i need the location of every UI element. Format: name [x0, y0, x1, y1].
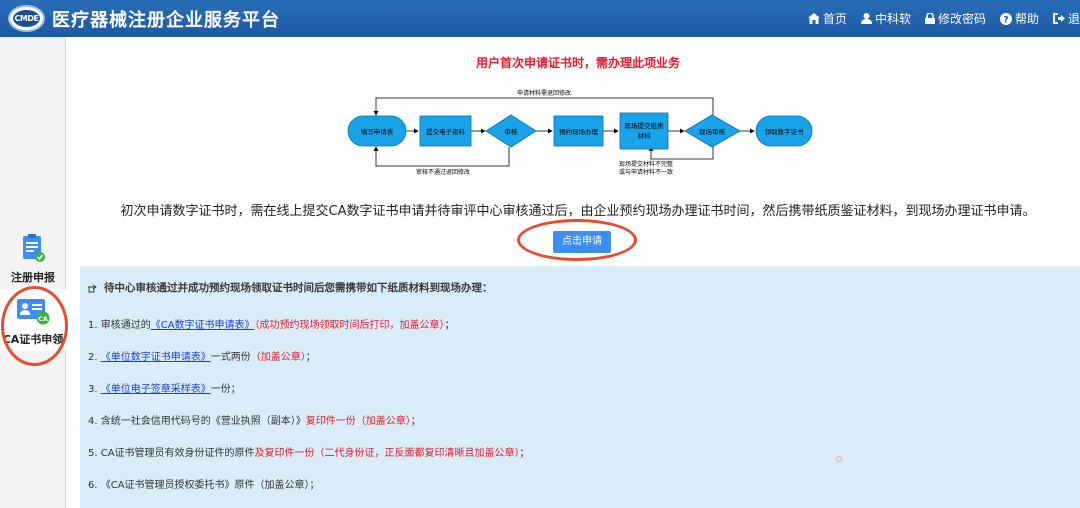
hand-pointing-icon — [88, 284, 97, 292]
svg-text:?: ? — [1003, 15, 1008, 25]
requirements-title: 待中心审核通过并成功预约现场领取证书时间后您需携带如下纸质材料到现场办理： — [88, 280, 493, 295]
nav-help[interactable]: ? 帮助 — [999, 10, 1039, 27]
small-dot-marker — [836, 456, 842, 462]
requirement-2-tail: ； — [305, 352, 316, 363]
sidebar-item-ca-certificate-label: CA证书申领 — [2, 333, 64, 346]
flow-node-appointment-label: 预约现场办理 — [559, 127, 599, 136]
clipboard-check-icon — [23, 234, 45, 262]
requirement-6: 6. 《CA证书管理员授权委托书》原件（加盖公章）； — [88, 476, 320, 491]
svg-text:CA: CA — [38, 315, 48, 323]
flow-node-onsite-review-label: 现场审核 — [699, 127, 726, 136]
main-content: 用户首次申请证书时，需办理此项业务 申请材料需退回修改 审核不通过退回修改 现场… — [76, 37, 1080, 508]
flow-loop-bottom-right-label-2: 或与申请材料不一致 — [619, 168, 673, 176]
nav-home-label: 首页 — [822, 12, 847, 26]
requirements-panel: 待中心审核通过并成功预约现场领取证书时间后您需携带如下纸质材料到现场办理： 1.… — [80, 266, 1080, 508]
requirement-4-red: 复印件一份（加盖公章） — [305, 416, 411, 427]
flow-node-fill-form-label: 填写申请表 — [361, 127, 394, 136]
flow-loop-bottom-right-label-1: 现场提交材料不完整 — [619, 160, 673, 168]
flow-loop-bottom-left-label: 审核不通过退回修改 — [416, 168, 470, 176]
requirement-4-tail: ； — [410, 416, 421, 427]
nav-change-password[interactable]: 修改密码 — [924, 10, 986, 27]
sidebar-item-registration-label: 注册申报 — [11, 271, 55, 284]
sidebar: 注册申报 CA CA证书申领 — [0, 37, 66, 508]
sidebar-item-ca-certificate[interactable]: CA CA证书申领 — [0, 289, 66, 351]
home-icon — [807, 13, 820, 24]
requirement-2: 2. 《单位数字证书申请表》一式两份（加盖公章）； — [88, 348, 316, 363]
flow-node-paper-submit — [619, 112, 669, 150]
logout-icon — [1052, 13, 1065, 24]
nav-logout[interactable]: 退 — [1052, 10, 1080, 27]
help-icon: ? — [999, 12, 1012, 25]
requirement-3-rest: 一份； — [210, 384, 241, 395]
flow-node-paper-submit-label-2: 材料 — [638, 131, 652, 140]
sidebar-item-registration[interactable]: 注册申报 — [0, 233, 66, 285]
requirement-3-link[interactable]: 《单位电子签章采样表》 — [101, 384, 211, 395]
flow-node-paper-submit-label-1: 现场提交纸质 — [625, 121, 665, 130]
requirement-1-text: 1. 审核通过的 — [88, 320, 151, 331]
user-icon — [860, 13, 872, 24]
cmde-logo[interactable]: CMDE — [8, 5, 45, 32]
flow-node-review-label: 审核 — [505, 127, 519, 136]
top-header: CMDE 医疗器械注册企业服务平台 首页 中科软 修改密码 ? 帮助 退 — [0, 0, 1080, 37]
app-title: 医疗器械注册企业服务平台 — [52, 10, 280, 31]
nav-change-password-label: 修改密码 — [937, 12, 986, 26]
process-flowchart: 申请材料需退回修改 审核不通过退回修改 现场提交材料不完整 或与申请材料不一致 … — [347, 89, 813, 176]
lock-icon — [924, 13, 935, 24]
requirement-5: 5. CA证书管理员有效身份证件的原件及复印件一份（二代身份证，正反面都复印清晰… — [88, 444, 530, 459]
flow-node-submit-label: 提交电子资料 — [426, 127, 466, 136]
ca-id-card-icon: CA — [17, 299, 50, 325]
flow-node-receive-cert-label: 领取数字证书 — [765, 127, 805, 136]
requirement-5-red: 及复印件一份（二代身份证，正反面都复印清晰且加盖公章） — [254, 448, 520, 459]
requirement-2-rest: 一式两份 — [210, 352, 251, 363]
nav-user[interactable]: 中科软 — [860, 10, 911, 27]
page-headline: 用户首次申请证书时，需办理此项业务 — [475, 56, 680, 70]
requirement-5-text: 5. CA证书管理员有效身份证件的原件 — [88, 448, 255, 459]
requirement-4-text: 4. 含统一社会信用代码号的《营业执照（副本）》 — [88, 416, 306, 427]
requirement-1-red: （成功预约现场领取时间后打印，加盖公章） — [254, 320, 445, 331]
flow-loop-top-label: 申请材料需退回修改 — [517, 89, 571, 97]
requirement-1: 1. 审核通过的《CA数字证书申请表》（成功预约现场领取时间后打印，加盖公章）； — [88, 316, 455, 331]
top-nav: 首页 中科软 修改密码 ? 帮助 退 — [794, 0, 1080, 37]
requirement-3: 3. 《单位电子签章采样表》一份； — [88, 380, 241, 395]
apply-button[interactable]: 点击申请 — [553, 231, 611, 253]
requirement-1-link[interactable]: 《CA数字证书申请表》 — [151, 320, 255, 331]
requirement-2-text: 2. — [88, 352, 101, 363]
nav-home[interactable]: 首页 — [807, 10, 847, 27]
requirement-2-red: （加盖公章） — [250, 352, 306, 363]
requirement-2-link[interactable]: 《单位数字证书申请表》 — [101, 352, 211, 363]
nav-user-label: 中科软 — [874, 12, 911, 26]
nav-help-label: 帮助 — [1014, 12, 1039, 26]
requirement-3-text: 3. — [88, 384, 101, 395]
logo-text: CMDE — [13, 10, 40, 27]
requirement-6-text: 6. 《CA证书管理员授权委托书》原件（加盖公章）； — [88, 480, 320, 491]
nav-logout-label: 退 — [1067, 12, 1080, 26]
requirement-5-tail: ； — [519, 448, 530, 459]
requirements-title-text: 待中心审核通过并成功预约现场领取证书时间后您需携带如下纸质材料到现场办理： — [104, 282, 493, 294]
requirement-4: 4. 含统一社会信用代码号的《营业执照（副本）》复印件一份（加盖公章）； — [88, 412, 421, 427]
requirement-1-tail: ； — [444, 320, 455, 331]
process-description: 初次申请数字证书时，需在线上提交CA数字证书申请并待审评中心审核通过后，由企业预… — [120, 204, 1036, 219]
